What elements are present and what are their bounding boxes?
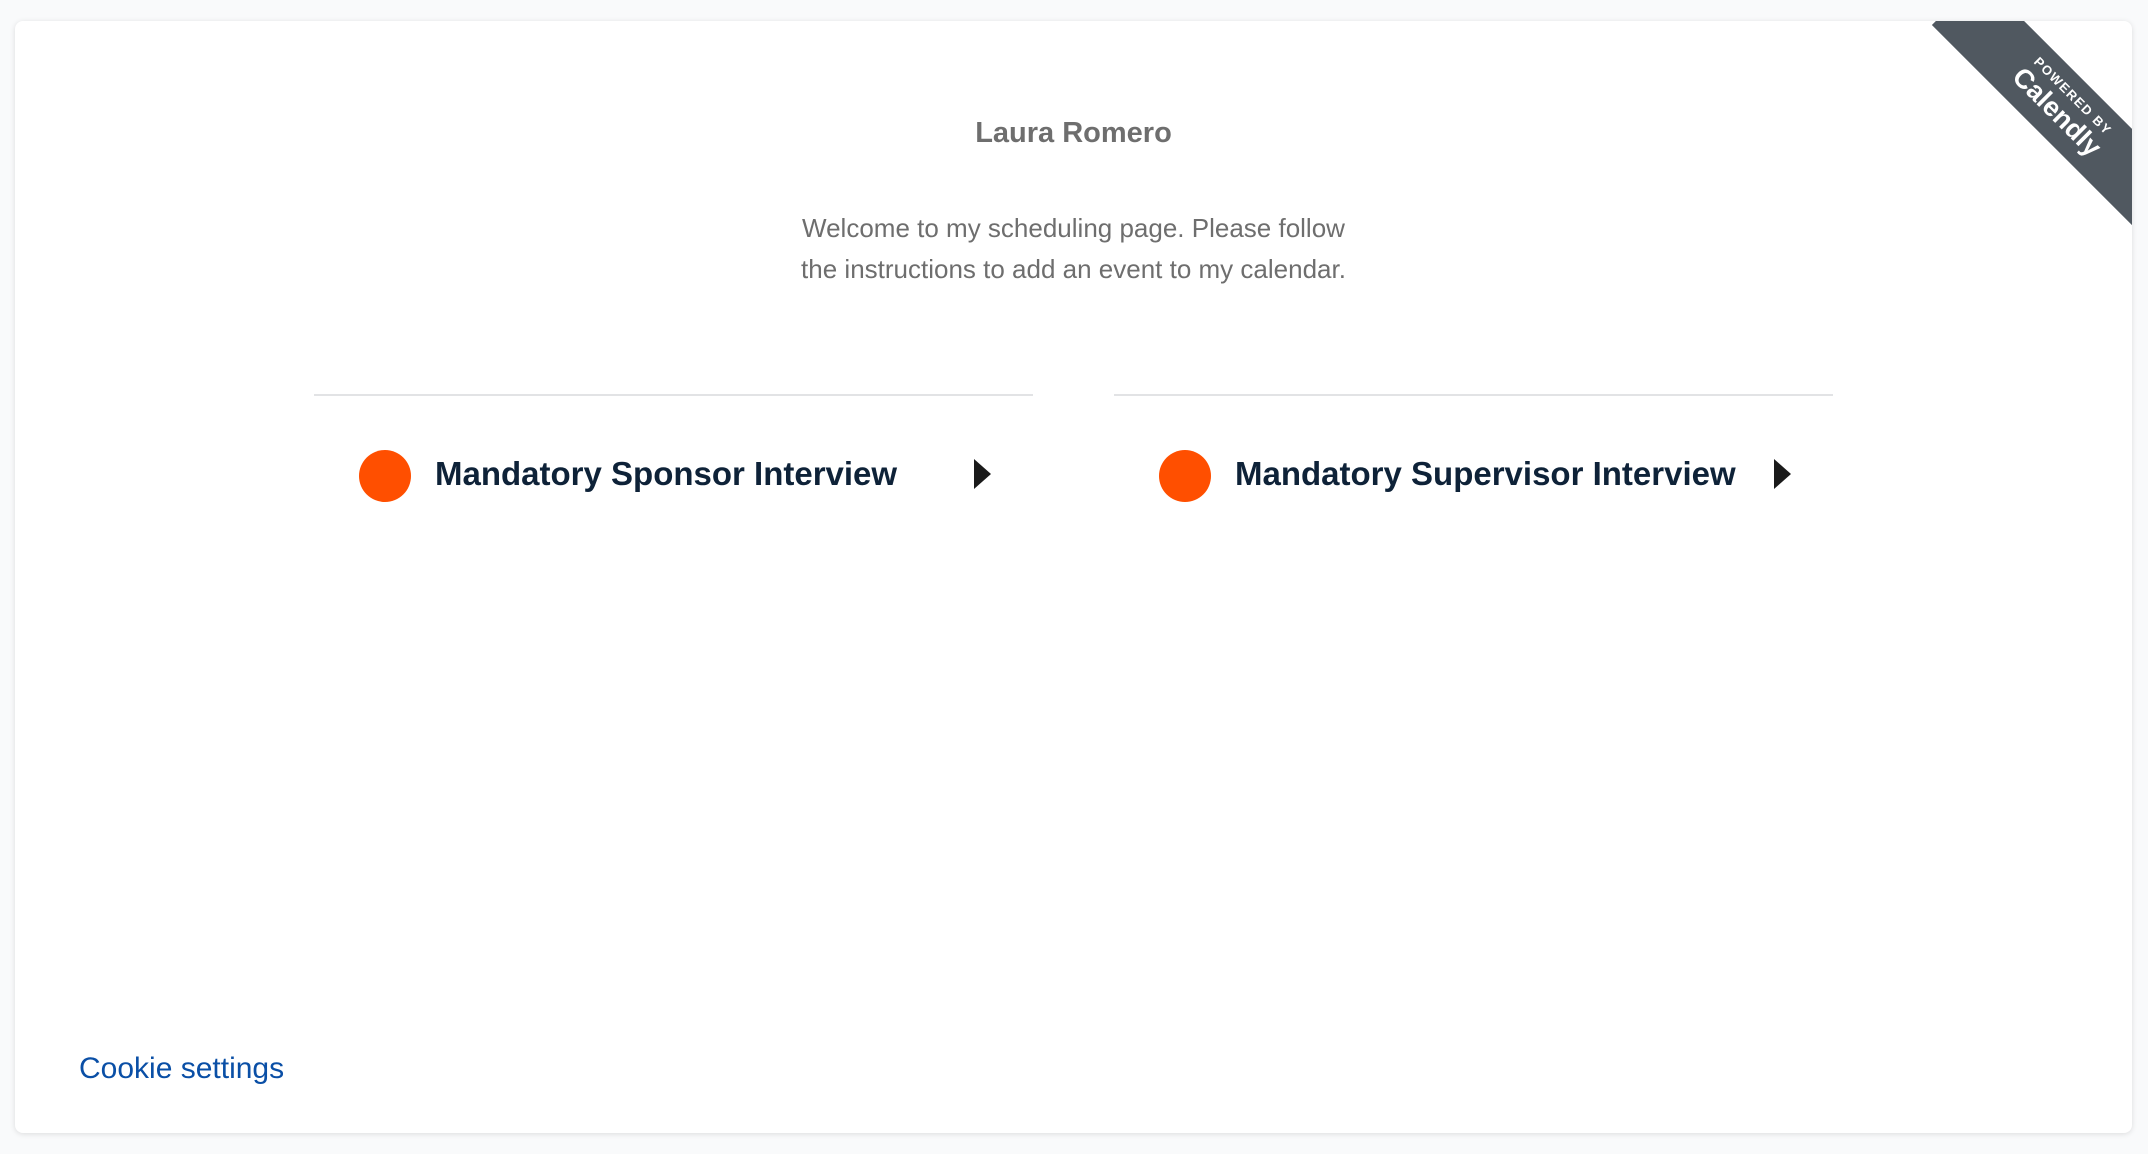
event-type-sponsor-interview[interactable]: Mandatory Sponsor Interview: [314, 394, 1033, 566]
caret-right-icon: [1774, 459, 1791, 489]
event-color-dot: [1159, 450, 1211, 502]
event-title: Mandatory Supervisor Interview: [1235, 455, 1736, 492]
profile-name: Laura Romero: [975, 117, 1172, 149]
event-title: Mandatory Sponsor Interview: [435, 455, 898, 492]
event-type-supervisor-interview[interactable]: Mandatory Supervisor Interview: [1114, 394, 1833, 566]
scheduling-card: POWERED BY Calendly Laura Romero Welcome…: [15, 21, 2132, 1133]
welcome-message: Welcome to my scheduling page. Please fo…: [801, 213, 1346, 284]
event-type-list: Mandatory Sponsor Interview Mandatory Su…: [314, 394, 1833, 566]
caret-right-icon: [974, 459, 991, 489]
cookie-settings-link[interactable]: Cookie settings: [79, 1052, 284, 1086]
event-color-dot: [359, 450, 411, 502]
